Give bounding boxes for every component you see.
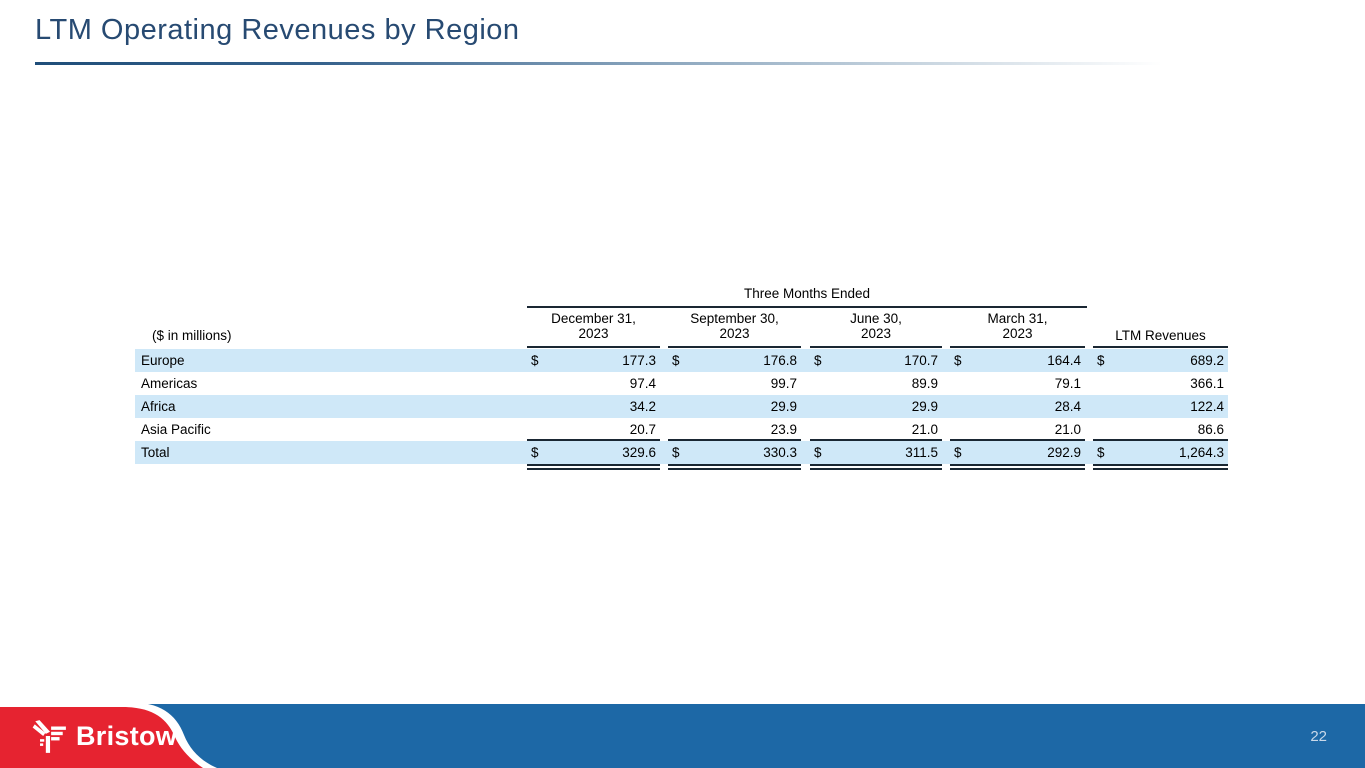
cell-value: 89.9 <box>911 376 938 391</box>
table-row-total: Total $329.6 $330.3 $311.5 $292.9 $1,264… <box>135 441 1228 464</box>
total-double-rule <box>950 468 1085 470</box>
total-top-rule <box>810 439 942 441</box>
cell-value: 164.4 <box>1047 353 1081 368</box>
total-double-rule <box>668 468 801 470</box>
cell-value: 28.4 <box>1054 399 1081 414</box>
cell-value: 29.9 <box>770 399 797 414</box>
units-label: ($ in millions) <box>152 328 232 343</box>
cell-value: 329.6 <box>622 445 656 460</box>
revenue-table: Three Months Ended December 31, 2023 Sep… <box>135 285 1228 485</box>
currency-symbol: $ <box>954 445 962 460</box>
title-underline <box>35 62 1162 65</box>
header-rule-dec <box>527 346 660 348</box>
cell-value: 21.0 <box>911 422 938 437</box>
table-row-africa: Africa 34.2 29.9 29.9 28.4 122.4 <box>135 395 1228 418</box>
total-top-rule <box>527 439 660 441</box>
cell-value: 23.9 <box>770 422 797 437</box>
total-top-rule <box>1093 439 1228 441</box>
total-double-rule <box>527 468 660 470</box>
cell-value: 311.5 <box>905 445 938 460</box>
total-double-rule <box>950 464 1085 466</box>
table-row-asia-pacific: Asia Pacific 20.7 23.9 21.0 21.0 86.6 <box>135 418 1228 441</box>
currency-symbol: $ <box>1097 353 1105 368</box>
cell-value: 330.3 <box>763 445 797 460</box>
row-label: Asia Pacific <box>141 422 211 437</box>
total-double-rule <box>810 468 942 470</box>
header-rule-ltm <box>1093 346 1228 348</box>
currency-symbol: $ <box>814 353 822 368</box>
cell-value: 20.7 <box>629 422 656 437</box>
cell-value: 177.3 <box>622 353 656 368</box>
cell-value: 86.6 <box>1197 422 1224 437</box>
total-double-rule <box>1093 464 1228 466</box>
cell-value: 292.9 <box>1047 445 1081 460</box>
currency-symbol: $ <box>672 353 680 368</box>
currency-symbol: $ <box>1097 445 1105 460</box>
brand-wordmark: Bristow <box>76 720 178 751</box>
row-label: Americas <box>141 376 198 391</box>
cell-value: 29.9 <box>911 399 938 414</box>
column-header-mar: March 31, 2023 <box>987 311 1048 341</box>
cell-value: 79.1 <box>1054 376 1081 391</box>
header-rule-mar <box>950 346 1085 348</box>
column-header-dec: December 31, 2023 <box>551 311 636 341</box>
total-double-rule <box>1093 468 1228 470</box>
cell-value: 170.7 <box>904 353 938 368</box>
currency-symbol: $ <box>531 353 539 368</box>
cell-value: 21.0 <box>1054 422 1081 437</box>
table-row-europe: Europe $177.3 $176.8 $170.7 $164.4 $689.… <box>135 349 1228 372</box>
brand-logo: Bristow <box>30 717 177 755</box>
cell-value: 176.8 <box>763 353 797 368</box>
cell-value: 366.1 <box>1190 376 1224 391</box>
currency-symbol: $ <box>814 445 822 460</box>
row-label: Total <box>141 445 170 460</box>
total-double-rule <box>668 464 801 466</box>
column-header-sep: September 30, 2023 <box>690 311 779 341</box>
column-header-jun: June 30, 2023 <box>850 311 902 341</box>
row-label: Europe <box>141 353 185 368</box>
cell-value: 122.4 <box>1190 399 1224 414</box>
cell-value: 34.2 <box>629 399 656 414</box>
cell-value: 689.2 <box>1190 353 1224 368</box>
group-header-rule <box>527 306 1087 308</box>
cell-value: 97.4 <box>629 376 656 391</box>
column-header-ltm: LTM Revenues <box>1115 328 1206 343</box>
table-group-header: Three Months Ended <box>743 286 871 301</box>
total-double-rule <box>810 464 942 466</box>
cell-value: 1,264.3 <box>1178 445 1224 460</box>
total-double-rule <box>527 464 660 466</box>
page-title: LTM Operating Revenues by Region <box>35 14 520 46</box>
cell-value: 99.7 <box>770 376 797 391</box>
page-number: 22 <box>1310 728 1327 745</box>
header-rule-sep <box>668 346 801 348</box>
bristow-pinwheel-icon <box>32 720 66 753</box>
header-rule-jun <box>810 346 942 348</box>
total-top-rule <box>950 439 1085 441</box>
total-top-rule <box>668 439 801 441</box>
table-row-americas: Americas 97.4 99.7 89.9 79.1 366.1 <box>135 372 1228 395</box>
currency-symbol: $ <box>954 353 962 368</box>
presentation-slide: LTM Operating Revenues by Region Three M… <box>0 0 1365 768</box>
currency-symbol: $ <box>672 445 680 460</box>
row-label: Africa <box>141 399 176 414</box>
currency-symbol: $ <box>531 445 539 460</box>
